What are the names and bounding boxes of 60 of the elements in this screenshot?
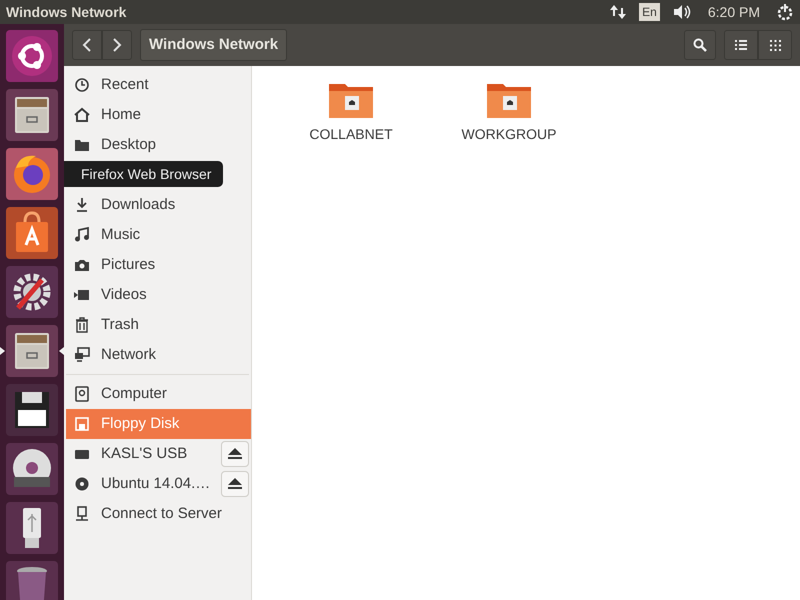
- launcher-tile[interactable]: [6, 325, 58, 377]
- folder-name: WORKGROUP: [462, 125, 556, 144]
- network-folder[interactable]: WORKGROUP: [444, 80, 574, 145]
- network-folder[interactable]: COLLABNET: [286, 80, 416, 145]
- sidebar-item[interactable]: Trash: [66, 310, 251, 340]
- volume-icon[interactable]: [672, 4, 692, 20]
- search-button[interactable]: [684, 30, 716, 60]
- disc-icon: [74, 476, 90, 492]
- floppy-icon: [74, 416, 90, 432]
- trash-icon: [74, 317, 90, 333]
- computer-drive-icon: [74, 386, 90, 402]
- sidebar-item[interactable]: KASL'S USB: [66, 439, 219, 469]
- music-note-icon: [74, 227, 90, 243]
- power-gear-icon[interactable]: [776, 3, 794, 21]
- network-arrows-icon[interactable]: [609, 4, 628, 20]
- launcher-tile[interactable]: [6, 266, 58, 318]
- sidebar-item[interactable]: Recent: [66, 70, 251, 100]
- launcher-tile[interactable]: [6, 89, 58, 141]
- download-arrow-icon: [74, 197, 90, 213]
- keyboard-layout-indicator[interactable]: En: [639, 3, 660, 21]
- grid-view-icon: [770, 40, 780, 50]
- server-icon: [74, 506, 90, 522]
- list-view-icon: [735, 40, 747, 50]
- sidebar-item[interactable]: Network: [66, 340, 251, 370]
- sidebar-item[interactable]: Downloads: [66, 190, 251, 220]
- launcher-tile[interactable]: [6, 30, 58, 82]
- launcher-tile[interactable]: [6, 384, 58, 436]
- launcher-tile[interactable]: [6, 207, 58, 259]
- sidebar-item[interactable]: Ubuntu 14.04.…: [66, 469, 219, 499]
- launcher-tile[interactable]: [6, 443, 58, 495]
- sidebar-item[interactable]: Pictures: [66, 250, 251, 280]
- eject-icon: [228, 478, 242, 490]
- sidebar-item[interactable]: Computer: [66, 379, 251, 409]
- clock-icon: [74, 77, 90, 93]
- network-computers-icon: [74, 347, 90, 363]
- eject-icon: [228, 448, 242, 460]
- folder-name: COLLABNET: [309, 125, 393, 144]
- video-camera-icon: [74, 287, 90, 303]
- launcher-tile[interactable]: [6, 561, 58, 600]
- sidebar-item[interactable]: Desktop: [66, 130, 251, 160]
- sidebar-item[interactable]: Music: [66, 220, 251, 250]
- eject-button[interactable]: [221, 441, 249, 467]
- camera-icon: [74, 257, 90, 273]
- launcher-tile[interactable]: [6, 148, 58, 200]
- back-button[interactable]: [72, 30, 102, 60]
- tooltip: Firefox Web Browser: [64, 161, 224, 187]
- sidebar-item[interactable]: Videos: [66, 280, 251, 310]
- launcher-tile[interactable]: [6, 502, 58, 554]
- clock[interactable]: 6:20 PM: [708, 2, 760, 22]
- eject-button[interactable]: [221, 471, 249, 497]
- sidebar-item[interactable]: Connect to Server: [66, 499, 251, 529]
- grid-view-button[interactable]: [758, 30, 792, 60]
- list-view-button[interactable]: [724, 30, 758, 60]
- home-icon: [74, 107, 90, 123]
- folder-icon: [74, 137, 90, 153]
- path-button[interactable]: Windows Network: [140, 29, 288, 61]
- search-icon: [693, 38, 707, 52]
- sidebar-item[interactable]: Home: [66, 100, 251, 130]
- forward-button[interactable]: [102, 30, 132, 60]
- window-title: Windows Network: [6, 2, 126, 22]
